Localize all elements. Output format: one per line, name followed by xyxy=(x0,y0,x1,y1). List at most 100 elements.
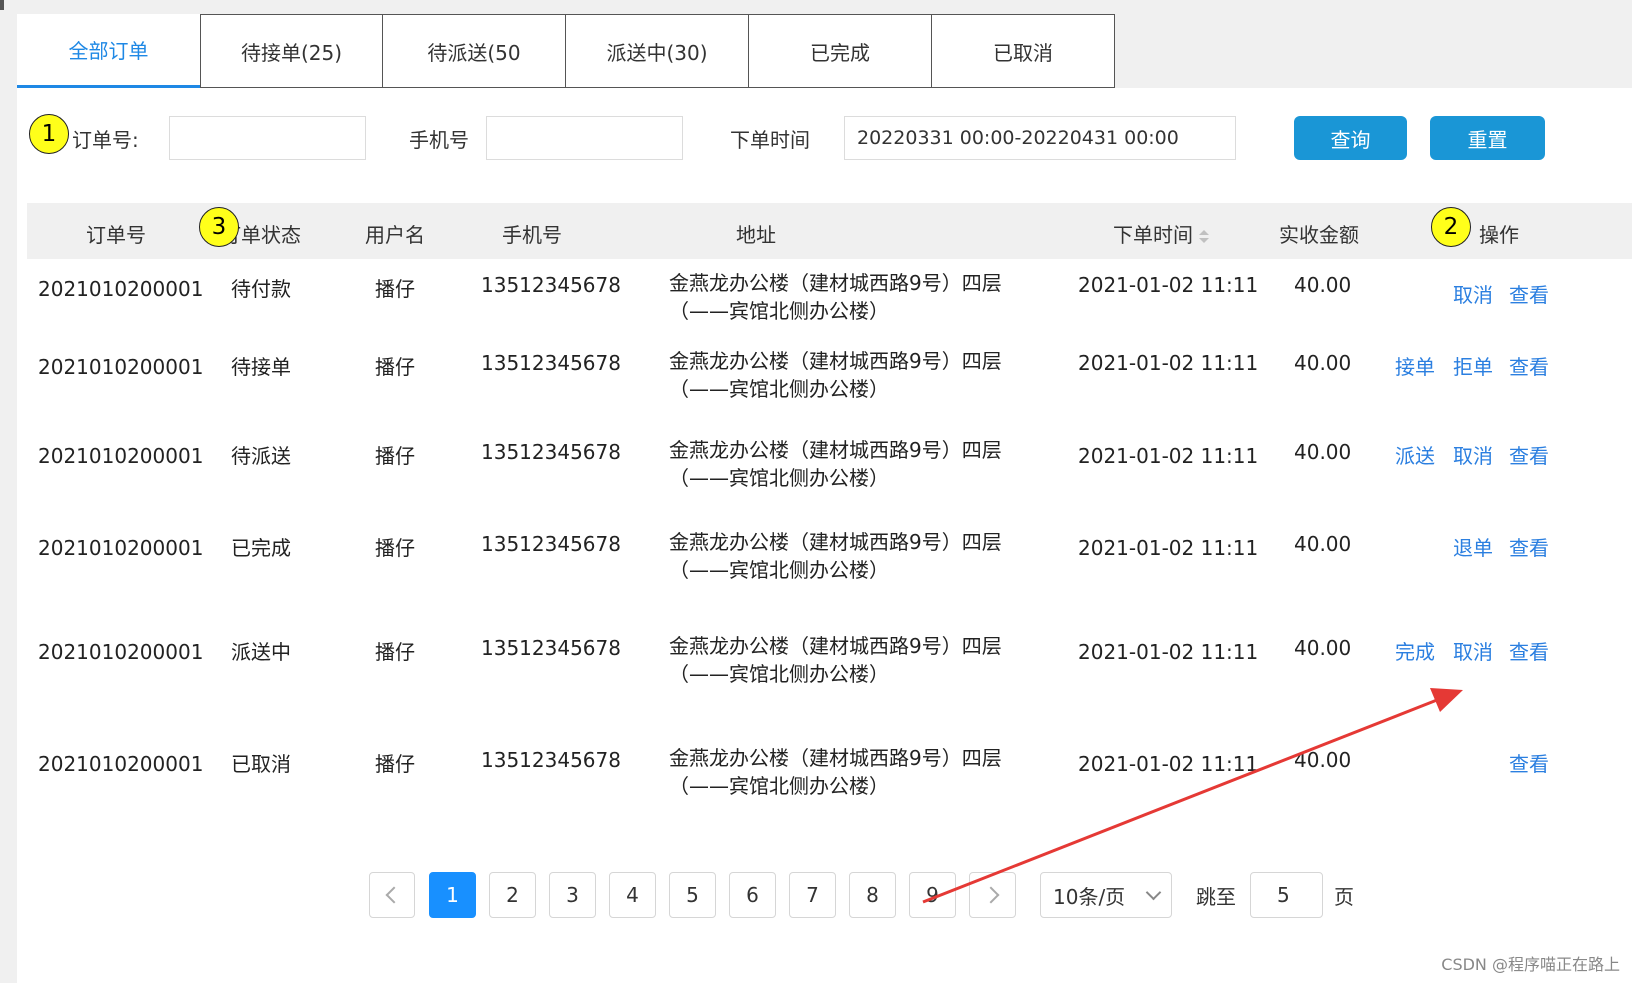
header-order-time[interactable]: 下单时间 xyxy=(1113,219,1209,248)
cell-user: 播仔 xyxy=(375,640,415,664)
view-link[interactable]: 查看 xyxy=(1509,440,1549,469)
sort-icon[interactable] xyxy=(1199,229,1209,245)
page-button[interactable]: 4 xyxy=(609,872,656,918)
page-button[interactable]: 5 xyxy=(669,872,716,918)
address-line-1: 金燕龙办公楼（建材城西路9号）四层 xyxy=(669,530,1002,554)
dispatch-link[interactable]: 派送 xyxy=(1395,440,1435,469)
cell-phone: 13512345678 xyxy=(481,351,621,375)
cell-order-no: 2021010200001 xyxy=(38,444,204,468)
view-link[interactable]: 查看 xyxy=(1509,279,1549,308)
cell-address: 金燕龙办公楼（建材城西路9号）四层 （——宾馆北侧办公楼） xyxy=(669,744,1002,800)
address-line-1: 金燕龙办公楼（建材城西路9号）四层 xyxy=(669,634,1002,658)
page-size-value: 10条/页 xyxy=(1053,884,1126,909)
page-button[interactable]: 3 xyxy=(549,872,596,918)
table-row: 2021010200001 待接单 播仔 13512345678 金燕龙办公楼（… xyxy=(17,349,1632,431)
cell-phone: 13512345678 xyxy=(481,636,621,660)
cell-phone: 13512345678 xyxy=(481,440,621,464)
cell-user: 播仔 xyxy=(375,536,415,560)
annotation-badge-1: 1 xyxy=(29,114,69,154)
header-phone: 手机号 xyxy=(502,223,562,247)
cell-status: 待派送 xyxy=(231,444,291,468)
page-button[interactable]: 8 xyxy=(849,872,896,918)
cell-amount: 40.00 xyxy=(1294,273,1352,297)
address-line-1: 金燕龙办公楼（建材城西路9号）四层 xyxy=(669,271,1002,295)
tab-completed[interactable]: 已完成 xyxy=(749,14,932,88)
view-link[interactable]: 查看 xyxy=(1509,636,1549,665)
cell-address: 金燕龙办公楼（建材城西路9号）四层 （——宾馆北侧办公楼） xyxy=(669,528,1002,584)
header-order-time-label: 下单时间 xyxy=(1113,223,1193,247)
view-link[interactable]: 查看 xyxy=(1509,748,1549,777)
address-line-2: （——宾馆北侧办公楼） xyxy=(669,377,889,401)
tab-cancelled[interactable]: 已取消 xyxy=(932,14,1115,88)
table-row: 2021010200001 待付款 播仔 13512345678 金燕龙办公楼（… xyxy=(17,271,1632,353)
cell-order-time: 2021-01-02 11:11 xyxy=(1078,536,1259,560)
table-row: 2021010200001 派送中 播仔 13512345678 金燕龙办公楼（… xyxy=(17,634,1632,716)
cancel-link[interactable]: 取消 xyxy=(1453,279,1493,308)
cell-amount: 40.00 xyxy=(1294,748,1352,772)
prev-page-button[interactable] xyxy=(369,872,415,918)
view-link[interactable]: 查看 xyxy=(1509,351,1549,380)
query-button[interactable]: 查询 xyxy=(1294,116,1407,160)
address-line-2: （——宾馆北侧办公楼） xyxy=(669,558,889,582)
cell-status: 待付款 xyxy=(231,277,291,301)
cell-address: 金燕龙办公楼（建材城西路9号）四层 （——宾馆北侧办公楼） xyxy=(669,632,1002,688)
cell-address: 金燕龙办公楼（建材城西路9号）四层 （——宾馆北侧办公楼） xyxy=(669,347,1002,403)
next-page-button[interactable] xyxy=(969,872,1016,918)
jump-page-input[interactable]: 5 xyxy=(1250,872,1323,918)
order-no-input[interactable] xyxy=(169,116,366,160)
cell-address: 金燕龙办公楼（建材城西路9号）四层 （——宾馆北侧办公楼） xyxy=(669,436,1002,492)
order-status-tabs: 全部订单 待接单(25) 待派送(50 派送中(30) 已完成 已取消 xyxy=(17,14,1115,88)
watermark: CSDN @程序喵正在路上 xyxy=(1441,955,1620,974)
tab-pending-accept[interactable]: 待接单(25) xyxy=(200,14,383,88)
window-edge xyxy=(0,0,4,10)
order-no-label: 订单号: xyxy=(72,128,139,152)
annotation-badge-3: 3 xyxy=(199,207,239,247)
cell-phone: 13512345678 xyxy=(481,532,621,556)
tab-pending-dispatch[interactable]: 待派送(50 xyxy=(383,14,566,88)
accept-order-link[interactable]: 接单 xyxy=(1395,351,1435,380)
cancel-link[interactable]: 取消 xyxy=(1453,440,1493,469)
refund-link[interactable]: 退单 xyxy=(1453,532,1493,561)
cell-user: 播仔 xyxy=(375,444,415,468)
cell-amount: 40.00 xyxy=(1294,440,1352,464)
order-time-range-input[interactable]: 20220331 00:00-20220431 00:00 xyxy=(844,116,1236,160)
page-button[interactable]: 6 xyxy=(729,872,776,918)
cell-order-time: 2021-01-02 11:11 xyxy=(1078,752,1259,776)
cell-status: 待接单 xyxy=(231,355,291,379)
complete-link[interactable]: 完成 xyxy=(1395,636,1435,665)
chevron-left-icon xyxy=(385,886,403,904)
cell-phone: 13512345678 xyxy=(481,748,621,772)
page-suffix: 页 xyxy=(1334,885,1354,909)
cell-amount: 40.00 xyxy=(1294,532,1352,556)
annotation-badge-2: 2 xyxy=(1431,207,1471,247)
page-button[interactable]: 9 xyxy=(909,872,956,918)
order-management-page: 全部订单 待接单(25) 待派送(50 派送中(30) 已完成 已取消 1 订单… xyxy=(0,0,1632,983)
address-line-2: （——宾馆北侧办公楼） xyxy=(669,299,889,323)
cell-order-no: 2021010200001 xyxy=(38,640,204,664)
page-size-select[interactable]: 10条/页 xyxy=(1040,872,1172,918)
cell-address: 金燕龙办公楼（建材城西路9号）四层 （——宾馆北侧办公楼） xyxy=(669,269,1002,325)
cell-status: 已完成 xyxy=(231,536,291,560)
table-row: 2021010200001 已完成 播仔 13512345678 金燕龙办公楼（… xyxy=(17,530,1632,612)
address-line-2: （——宾馆北侧办公楼） xyxy=(669,662,889,686)
tab-dispatching[interactable]: 派送中(30) xyxy=(566,14,749,88)
cell-order-time: 2021-01-02 11:11 xyxy=(1078,351,1259,375)
page-button[interactable]: 1 xyxy=(429,872,476,918)
chevron-right-icon xyxy=(982,886,999,904)
view-link[interactable]: 查看 xyxy=(1509,532,1549,561)
cell-user: 播仔 xyxy=(375,355,415,379)
reset-button[interactable]: 重置 xyxy=(1430,116,1545,160)
cancel-link[interactable]: 取消 xyxy=(1453,636,1493,665)
phone-input[interactable] xyxy=(486,116,683,160)
reject-order-link[interactable]: 拒单 xyxy=(1453,351,1493,380)
cell-order-no: 2021010200001 xyxy=(38,752,204,776)
address-line-1: 金燕龙办公楼（建材城西路9号）四层 xyxy=(669,349,1002,373)
address-line-1: 金燕龙办公楼（建材城西路9号）四层 xyxy=(669,746,1002,770)
page-button[interactable]: 7 xyxy=(789,872,836,918)
cell-status: 派送中 xyxy=(231,640,291,664)
cell-phone: 13512345678 xyxy=(481,273,621,297)
tab-all-orders[interactable]: 全部订单 xyxy=(17,14,200,88)
table-row: 2021010200001 待派送 播仔 13512345678 金燕龙办公楼（… xyxy=(17,438,1632,520)
page-button[interactable]: 2 xyxy=(489,872,536,918)
cell-order-time: 2021-01-02 11:11 xyxy=(1078,273,1259,297)
